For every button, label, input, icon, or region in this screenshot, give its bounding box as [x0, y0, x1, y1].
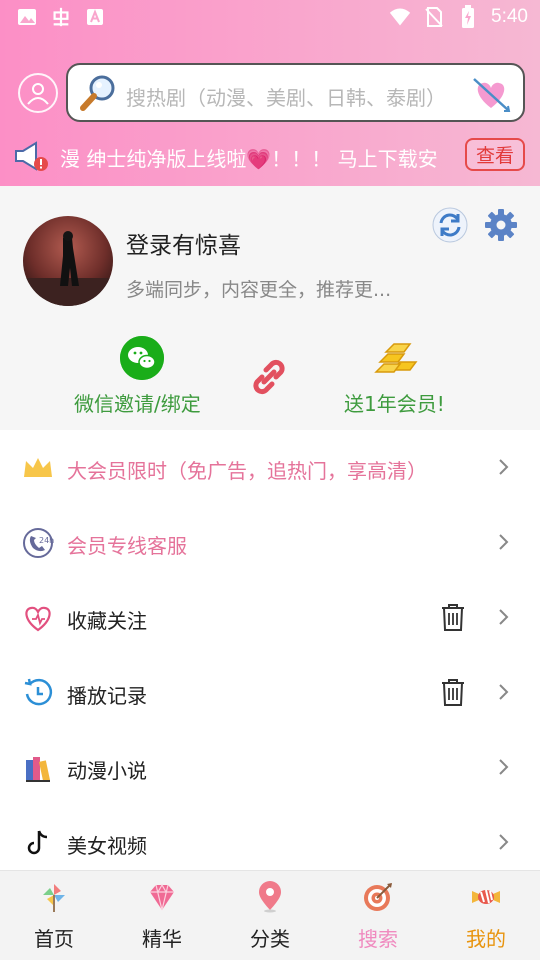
pinwheel-icon	[38, 881, 70, 913]
chevron-right-icon	[498, 683, 510, 701]
wechat-invite-label: 微信邀请/绑定	[74, 392, 201, 416]
image-icon	[16, 6, 38, 28]
gift-membership-label: 送1年会员!	[344, 392, 445, 416]
search-bar[interactable]: 搜热剧（动漫、美剧、日韩、泰剧）	[66, 63, 525, 122]
menu-item-support[interactable]: 24h 会员专线客服	[0, 505, 540, 580]
tab-home[interactable]: 首页	[0, 871, 108, 960]
avatar[interactable]	[23, 216, 113, 306]
tiktok-icon	[22, 827, 54, 859]
cupid-heart-icon[interactable]	[471, 74, 511, 114]
tab-label: 首页	[34, 927, 74, 951]
menu-item-novels[interactable]: 动漫小说	[0, 730, 540, 805]
menu-label: 大会员限时（免广告，追热门，享高清）	[67, 459, 427, 483]
history-icon	[22, 677, 54, 709]
books-icon	[22, 752, 54, 784]
login-title[interactable]: 登录有惊喜	[126, 226, 241, 260]
tab-me[interactable]: 我的	[432, 871, 540, 960]
chevron-right-icon	[498, 833, 510, 851]
bottom-nav: 首页 精华 分类 搜索 我的	[0, 870, 540, 960]
gold-bars-icon	[374, 342, 418, 376]
link-icon	[250, 358, 288, 396]
tab-label: 搜索	[358, 927, 398, 951]
target-icon	[362, 881, 394, 913]
app-a-icon	[84, 6, 106, 28]
gear-icon[interactable]	[482, 206, 520, 244]
menu-item-history[interactable]: 播放记录	[0, 655, 540, 730]
candy-icon	[470, 881, 502, 913]
svg-text:24h: 24h	[39, 536, 54, 545]
menu-label: 动漫小说	[67, 759, 147, 783]
bug-app-icon	[50, 6, 72, 28]
chevron-right-icon	[498, 758, 510, 776]
menu-item-vip[interactable]: 大会员限时（免广告，追热门，享高清）	[0, 430, 540, 505]
view-button[interactable]: 查看	[465, 138, 525, 171]
profile-card: 登录有惊喜 多端同步，内容更全，推荐更... 微信邀请/绑定 送1年会员!	[0, 186, 540, 430]
megaphone-icon	[14, 140, 50, 174]
notice-text[interactable]: 漫 绅士纯净版上线啦💗！！！ 马上下载安	[60, 143, 458, 172]
menu-label: 收藏关注	[67, 609, 147, 633]
chevron-right-icon	[498, 533, 510, 551]
wechat-icon	[120, 336, 164, 380]
menu-label: 会员专线客服	[67, 534, 187, 558]
diamond-icon	[146, 881, 178, 913]
battery-charging-icon	[457, 5, 479, 28]
crown-icon	[22, 452, 54, 484]
chevron-right-icon	[498, 458, 510, 476]
trash-icon[interactable]	[440, 677, 466, 707]
menu-item-favorites[interactable]: 收藏关注	[0, 580, 540, 655]
menu-label: 美女视频	[67, 834, 147, 858]
tab-label: 分类	[250, 927, 290, 951]
tab-featured[interactable]: 精华	[108, 871, 216, 960]
trash-icon[interactable]	[440, 602, 466, 632]
tab-label: 我的	[466, 927, 506, 951]
search-placeholder: 搜热剧（动漫、美剧、日韩、泰剧）	[126, 86, 446, 110]
menu-label: 播放记录	[67, 684, 147, 708]
wifi-icon	[389, 6, 411, 28]
tab-label: 精华	[142, 927, 182, 951]
header: 5:40 搜热剧（动漫、美剧、日韩、泰剧） 漫 绅士纯净版上线啦💗！！！ 马上下…	[0, 0, 540, 186]
support-24h-icon: 24h	[22, 527, 54, 559]
heart-outline-icon	[22, 602, 54, 634]
magnifier-icon	[78, 73, 118, 113]
location-pin-icon	[254, 881, 286, 913]
login-subtitle: 多端同步，内容更全，推荐更...	[126, 279, 392, 301]
user-avatar-icon[interactable]	[18, 73, 58, 113]
refresh-icon[interactable]	[431, 206, 469, 244]
tab-search[interactable]: 搜索	[324, 871, 432, 960]
status-bar: 5:40	[0, 0, 540, 38]
menu-item-videos[interactable]: 美女视频	[0, 805, 540, 880]
chevron-right-icon	[498, 608, 510, 626]
status-time: 5:40	[491, 6, 528, 27]
no-sim-icon	[423, 6, 445, 28]
tab-category[interactable]: 分类	[216, 871, 324, 960]
notice-bar: 漫 绅士纯净版上线啦💗！！！ 马上下载安 查看	[0, 138, 540, 176]
